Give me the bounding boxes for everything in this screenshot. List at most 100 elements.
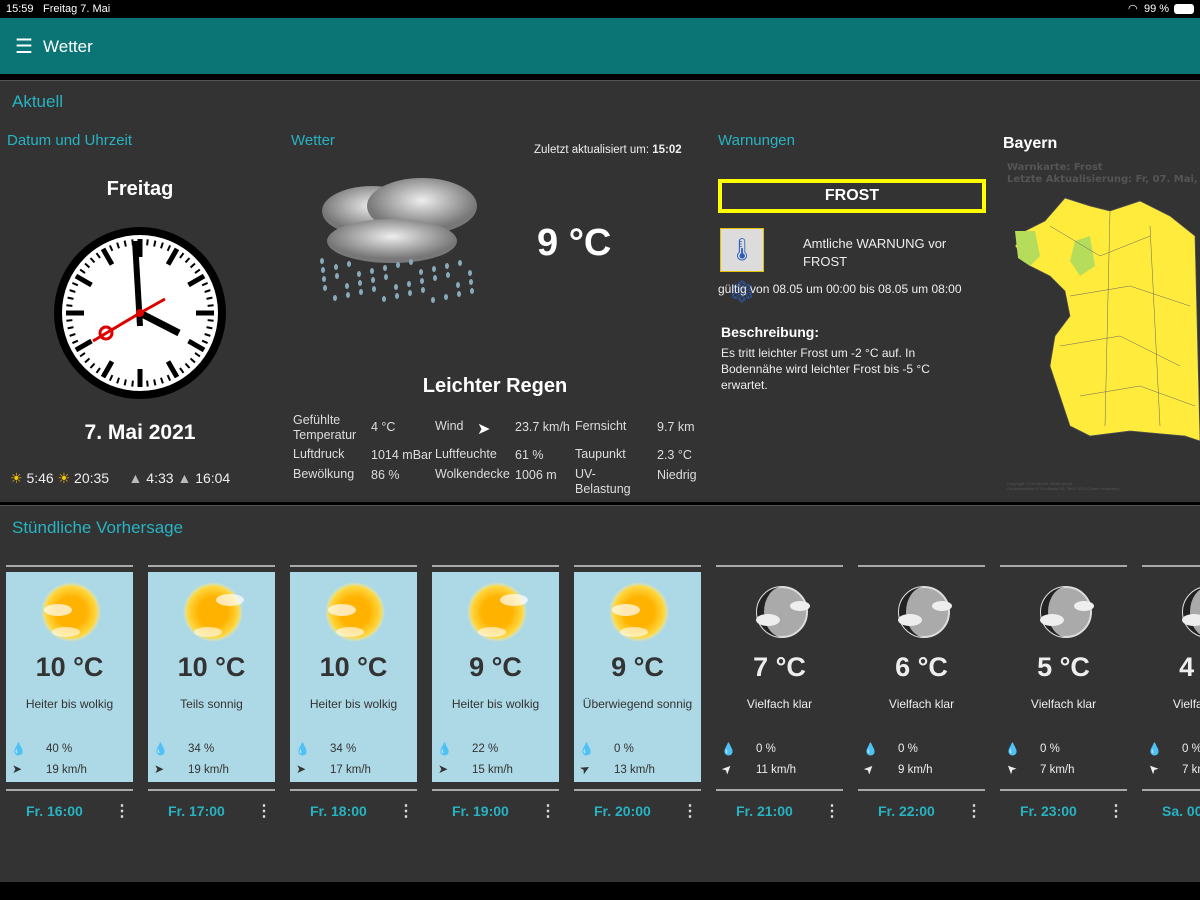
frost-warning-icon: 🌡❄: [720, 228, 764, 304]
datetime-heading: Datum und Uhrzeit: [7, 132, 133, 149]
moonrise-time: 4:33: [146, 470, 174, 486]
forecast-wind: 15 km/h: [472, 764, 513, 776]
forecast-card[interactable]: 10 °C Teils sonnig 💧 34 % ➤ 19 km/h Fr. …: [148, 565, 275, 820]
moon-cloud-icon: [898, 586, 952, 638]
forecast-wind: 13 km/h: [614, 764, 655, 776]
divider: [716, 789, 843, 791]
forecast-card[interactable]: 4 °C Vielfach klar 💧 0 % ➤ 7 km/h Sa. 00…: [1142, 565, 1200, 819]
warning-badge[interactable]: FROST: [718, 179, 986, 213]
weather-details: Gefühlte Temperatur 4 °C Wind 23.7 km/h ➤ Fer…: [293, 413, 703, 496]
hourly-title: Stündliche Vorhersage: [12, 518, 184, 537]
divider: [6, 789, 133, 791]
forecast-temperature: 9 °C: [469, 652, 522, 682]
forecast-temperature: 4 °C: [1179, 652, 1200, 682]
forecast-time: Fr. 20:00: [594, 803, 651, 819]
forecast-temperature: 9 °C: [611, 652, 664, 682]
rain-cloud-icon: [320, 178, 477, 303]
forecast-card[interactable]: 10 °C Heiter bis wolkig 💧 40 % ➤ 19 km/h…: [6, 565, 133, 820]
detail-label: Fernsicht: [575, 419, 627, 433]
weather-heading: Wetter: [291, 132, 335, 149]
more-options-icon[interactable]: ⋮: [966, 801, 982, 821]
precipitation-icon: 💧: [863, 742, 878, 756]
warning-description: Es tritt leichter Frost um -2 °C auf. In…: [721, 346, 930, 392]
forecast-card[interactable]: 6 °C Vielfach klar 💧 0 % ➤ 9 km/h Fr. 22…: [858, 565, 985, 820]
more-options-icon[interactable]: ⋮: [824, 801, 840, 821]
more-options-icon[interactable]: ⋮: [1108, 801, 1124, 821]
menu-icon[interactable]: ☰: [15, 34, 33, 59]
divider: [432, 565, 559, 567]
warning-title: Amtliche WARNUNG vor FROST: [803, 236, 947, 269]
forecast-card[interactable]: 9 °C Überwiegend sonnig 💧 0 % ➤ 13 km/h …: [574, 565, 701, 820]
battery-level: 99 %: [1144, 3, 1170, 15]
wind-direction-icon: ➤: [577, 760, 593, 778]
detail-label: Taupunkt: [575, 447, 626, 461]
map-subtitle: Warnkarte: Frost Letzte Aktualisierung: F…: [1007, 162, 1200, 185]
sunset-time: 20:35: [74, 470, 110, 486]
forecast-temperature: 10 °C: [319, 652, 388, 682]
map-title: Bayern: [1003, 135, 1058, 152]
divider: [1000, 789, 1127, 791]
forecast-wind: 19 km/h: [188, 764, 229, 776]
wind-direction-icon: ➤: [437, 762, 449, 776]
wind-direction-icon: ➤: [11, 762, 23, 776]
sun-moon-times: ☀ 5:46 ☀ 20:35 ▲ 4:33 ▲ 16:04: [10, 470, 230, 487]
battery-icon: [1174, 4, 1194, 14]
divider: [716, 565, 843, 567]
forecast-card[interactable]: 5 °C Vielfach klar 💧 0 % ➤ 7 km/h Fr. 23…: [1000, 565, 1127, 820]
more-options-icon[interactable]: ⋮: [114, 801, 130, 821]
warning-map[interactable]: [1010, 196, 1200, 441]
moon-cloud-icon: [1040, 586, 1094, 638]
status-time: 15:59: [6, 3, 34, 15]
forecast-condition: Vielfach klar: [1172, 697, 1200, 711]
precipitation-icon: 💧: [153, 742, 168, 756]
wind-direction-icon: ➤: [860, 760, 878, 778]
current-title: Aktuell: [12, 92, 64, 111]
more-options-icon[interactable]: ⋮: [256, 801, 272, 821]
divider: [574, 789, 701, 791]
more-options-icon[interactable]: ⋮: [398, 801, 414, 821]
wind-direction-icon: ➤: [477, 421, 491, 438]
wind-direction-icon: ➤: [295, 762, 307, 776]
current-temperature: 9 °C: [537, 222, 612, 264]
forecast-time: Fr. 17:00: [168, 803, 225, 819]
precipitation-icon: 💧: [437, 742, 452, 756]
detail-label: Wolkendecke: [435, 467, 510, 481]
wind-direction-icon: ➤: [1144, 760, 1162, 778]
divider: [858, 565, 985, 567]
forecast-wind: 7 km/h: [1040, 764, 1075, 776]
forecast-temperature: 6 °C: [895, 652, 948, 682]
wind-direction-icon: ➤: [718, 760, 736, 778]
forecast-precipitation: 22 %: [472, 743, 499, 755]
more-options-icon[interactable]: ⋮: [682, 801, 698, 821]
hourly-list[interactable]: 10 °C Heiter bis wolkig 💧 40 % ➤ 19 km/h…: [6, 565, 1200, 855]
sunrise-icon: ☀: [10, 470, 23, 486]
description-label: Beschreibung:: [721, 324, 820, 340]
warning-validity: gültig von 08.05 um 00:00 bis 08.05 um 0…: [718, 282, 962, 296]
forecast-card[interactable]: 9 °C Heiter bis wolkig 💧 22 % ➤ 15 km/h …: [432, 565, 559, 820]
moonset-icon: ▲: [177, 470, 192, 486]
forecast-card[interactable]: 10 °C Heiter bis wolkig 💧 34 % ➤ 17 km/h…: [290, 565, 417, 820]
app-bar: ☰ Wetter: [0, 18, 1200, 74]
detail-value: 1006 m: [515, 468, 557, 482]
precipitation-icon: 💧: [295, 742, 310, 756]
forecast-card[interactable]: 7 °C Vielfach klar 💧 0 % ➤ 11 km/h Fr. 2…: [716, 565, 843, 820]
moon-cloud-icon: [756, 586, 810, 638]
detail-value: Niedrig: [657, 468, 697, 482]
status-date: Freitag 7. Mai: [43, 3, 111, 15]
more-options-icon[interactable]: ⋮: [540, 801, 556, 821]
forecast-wind: 19 km/h: [46, 764, 87, 776]
divider: [1142, 789, 1200, 791]
forecast-condition: Heiter bis wolkig: [451, 697, 540, 711]
sunrise-time: 5:46: [26, 470, 54, 486]
wind-direction-icon: ➤: [153, 762, 165, 776]
forecast-wind: 7 km/h: [1182, 764, 1200, 776]
sun-cloud-icon: [183, 582, 244, 642]
forecast-precipitation: 34 %: [188, 743, 215, 755]
sunset-icon: ☀: [57, 470, 71, 486]
divider: [148, 789, 275, 791]
app-title: Wetter: [43, 37, 93, 56]
divider: [1000, 565, 1127, 567]
divider: [1142, 565, 1200, 567]
forecast-time: Fr. 21:00: [736, 803, 793, 819]
forecast-precipitation: 34 %: [330, 743, 357, 755]
